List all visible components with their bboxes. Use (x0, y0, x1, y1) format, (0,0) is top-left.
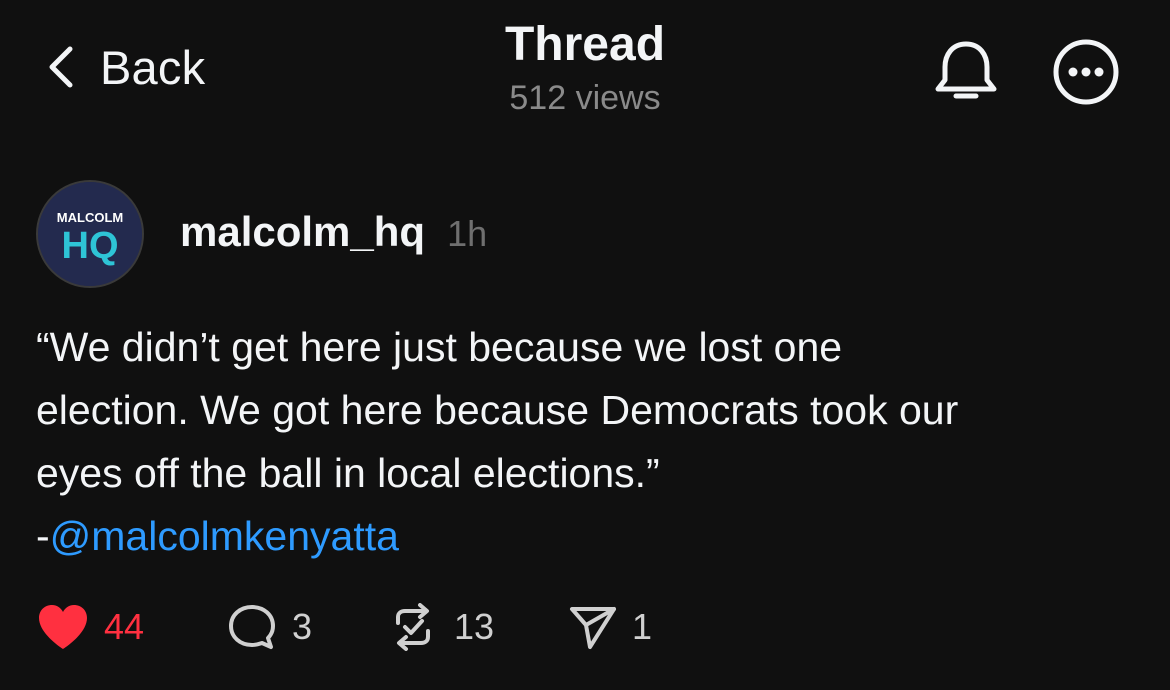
share-count: 1 (632, 606, 653, 647)
mention-link[interactable]: @malcolmkenyatta (50, 513, 399, 559)
avatar[interactable]: MALCOLM HQ (36, 180, 144, 288)
avatar-text-top: MALCOLM (57, 210, 123, 225)
username[interactable]: malcolm_hq (180, 208, 425, 256)
post-text-line: eyes off the ball in local elections.” (36, 450, 660, 496)
reply-count: 3 (292, 606, 313, 647)
send-icon (570, 607, 616, 649)
heart-filled-icon (39, 605, 87, 649)
reply-bubble-icon (229, 605, 275, 649)
page-title: Thread (504, 18, 666, 71)
more-options-icon[interactable] (1052, 38, 1120, 106)
avatar-text-main: HQ (62, 225, 119, 267)
avatar-logo: MALCOLM HQ (38, 182, 142, 286)
back-button[interactable]: Back (44, 38, 205, 96)
repost-icon (396, 603, 430, 651)
view-count: 512 views (509, 79, 661, 117)
attribution-prefix: - (36, 513, 50, 559)
like-button[interactable]: 44 (36, 602, 144, 652)
post-time: 1h (447, 213, 488, 254)
repost-button[interactable]: 13 (386, 602, 494, 652)
header-title-group: Thread 512 views (385, 16, 785, 120)
repost-count: 13 (454, 606, 495, 647)
bell-icon[interactable] (930, 38, 1002, 102)
reply-button[interactable]: 3 (226, 602, 312, 652)
post-text-line: “We didn’t get here just because we lost… (36, 324, 843, 370)
post-attribution: -@malcolmkenyatta (36, 505, 1126, 568)
share-button[interactable]: 1 (568, 602, 652, 652)
post-text: “We didn’t get here just because we lost… (36, 316, 1126, 568)
author-row: malcolm_hq 1h (180, 208, 487, 256)
post-text-line: election. We got here because Democrats … (36, 387, 959, 433)
back-label: Back (100, 40, 206, 94)
chevron-left-icon (49, 46, 73, 88)
like-count: 44 (104, 606, 145, 647)
